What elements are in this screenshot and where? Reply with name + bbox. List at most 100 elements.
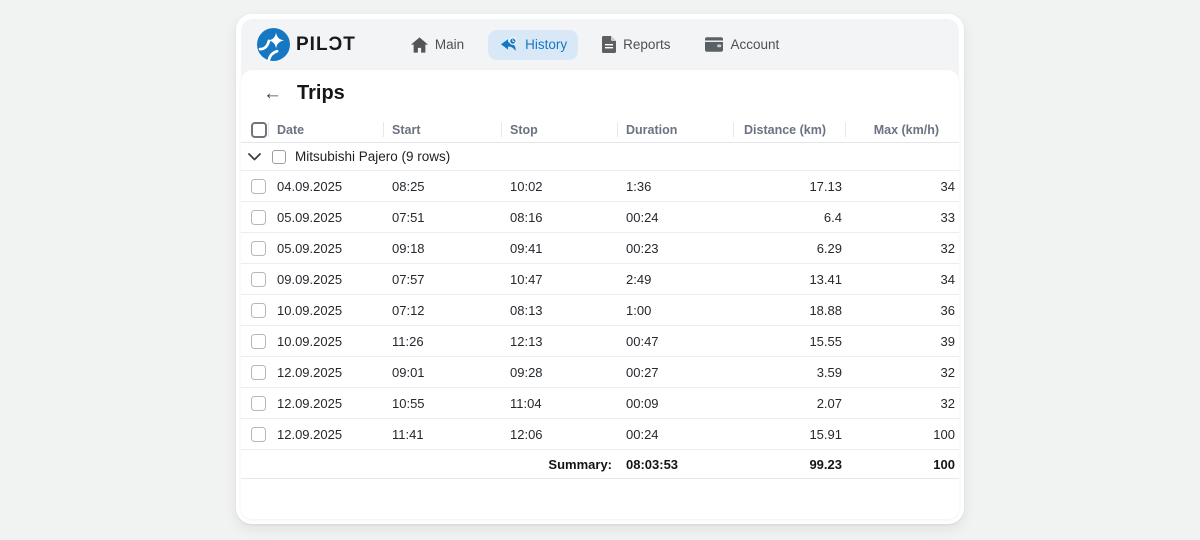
trip-stop: 08:13 bbox=[502, 303, 618, 318]
trip-stop: 12:13 bbox=[502, 334, 618, 349]
trip-row[interactable]: 09.09.2025 07:57 10:47 2:49 13.41 34 bbox=[241, 264, 959, 295]
select-all-checkbox[interactable] bbox=[251, 122, 267, 138]
page-header: ← Trips bbox=[241, 70, 959, 117]
app-window: PILƆT Main History bbox=[236, 14, 964, 524]
trip-date: 05.09.2025 bbox=[269, 241, 384, 256]
pilot-logo-icon bbox=[257, 28, 290, 61]
trip-stop: 09:41 bbox=[502, 241, 618, 256]
trip-stop: 10:47 bbox=[502, 272, 618, 287]
trip-row[interactable]: 05.09.2025 09:18 09:41 00:23 6.29 32 bbox=[241, 233, 959, 264]
trip-start: 11:26 bbox=[384, 334, 502, 349]
trip-start: 09:01 bbox=[384, 365, 502, 380]
trip-row[interactable]: 04.09.2025 08:25 10:02 1:36 17.13 34 bbox=[241, 171, 959, 202]
trip-row[interactable]: 10.09.2025 07:12 08:13 1:00 18.88 36 bbox=[241, 295, 959, 326]
nav-item-main[interactable]: Main bbox=[400, 30, 475, 60]
column-header-start[interactable]: Start bbox=[384, 117, 502, 142]
trip-max-speed: 39 bbox=[846, 334, 959, 349]
trip-distance: 15.91 bbox=[734, 427, 846, 442]
row-checkbox[interactable] bbox=[251, 179, 266, 194]
trip-date: 09.09.2025 bbox=[269, 272, 384, 287]
trip-start: 07:57 bbox=[384, 272, 502, 287]
trip-distance: 2.07 bbox=[734, 396, 846, 411]
table-header-row: Date Start Stop Duration Distance (km) M… bbox=[241, 117, 959, 143]
wallet-icon bbox=[705, 37, 723, 52]
trip-row[interactable]: 12.09.2025 09:01 09:28 00:27 3.59 32 bbox=[241, 357, 959, 388]
row-checkbox[interactable] bbox=[251, 427, 266, 442]
top-nav-bar: PILƆT Main History bbox=[241, 19, 959, 70]
trip-stop: 11:04 bbox=[502, 396, 618, 411]
row-checkbox[interactable] bbox=[251, 365, 266, 380]
trip-distance: 3.59 bbox=[734, 365, 846, 380]
page-title: Trips bbox=[297, 82, 345, 105]
summary-row: Summary: 08:03:53 99.23 100 bbox=[241, 450, 959, 479]
trip-max-speed: 36 bbox=[846, 303, 959, 318]
column-header-max[interactable]: Max (km/h) bbox=[846, 117, 959, 142]
trip-max-speed: 32 bbox=[846, 241, 959, 256]
row-checkbox[interactable] bbox=[251, 241, 266, 256]
summary-duration: 08:03:53 bbox=[618, 457, 734, 472]
column-header-date[interactable]: Date bbox=[269, 117, 384, 142]
group-checkbox[interactable] bbox=[272, 150, 286, 164]
trip-max-speed: 34 bbox=[846, 179, 959, 194]
trip-duration: 00:24 bbox=[618, 427, 734, 442]
nav-item-label: Main bbox=[435, 37, 464, 52]
vehicle-group-row[interactable]: Mitsubishi Pajero (9 rows) bbox=[241, 143, 959, 171]
trip-duration: 00:27 bbox=[618, 365, 734, 380]
brand-name: PILƆT bbox=[296, 34, 356, 56]
trip-duration: 00:47 bbox=[618, 334, 734, 349]
nav-item-account[interactable]: Account bbox=[694, 30, 790, 59]
trip-distance: 6.4 bbox=[734, 210, 846, 225]
row-checkbox[interactable] bbox=[251, 272, 266, 287]
trip-start: 11:41 bbox=[384, 427, 502, 442]
brand-logo[interactable]: PILƆT bbox=[257, 28, 356, 61]
trip-duration: 00:23 bbox=[618, 241, 734, 256]
trip-distance: 18.88 bbox=[734, 303, 846, 318]
row-checkbox[interactable] bbox=[251, 303, 266, 318]
trip-row[interactable]: 05.09.2025 07:51 08:16 00:24 6.4 33 bbox=[241, 202, 959, 233]
trip-duration: 1:00 bbox=[618, 303, 734, 318]
row-checkbox[interactable] bbox=[251, 334, 266, 349]
trip-date: 12.09.2025 bbox=[269, 365, 384, 380]
trip-date: 04.09.2025 bbox=[269, 179, 384, 194]
row-checkbox[interactable] bbox=[251, 396, 266, 411]
nav-item-label: Reports bbox=[623, 37, 670, 52]
trip-duration: 00:24 bbox=[618, 210, 734, 225]
back-button[interactable]: ← bbox=[263, 84, 279, 103]
trip-max-speed: 100 bbox=[846, 427, 959, 442]
trip-start: 09:18 bbox=[384, 241, 502, 256]
trip-duration: 00:09 bbox=[618, 396, 734, 411]
main-nav: Main History bbox=[400, 29, 790, 60]
nav-item-history[interactable]: History bbox=[488, 30, 578, 60]
history-icon bbox=[499, 37, 518, 53]
nav-item-label: History bbox=[525, 37, 567, 52]
trip-start: 07:12 bbox=[384, 303, 502, 318]
trip-date: 12.09.2025 bbox=[269, 427, 384, 442]
trip-date: 05.09.2025 bbox=[269, 210, 384, 225]
vehicle-group-label: Mitsubishi Pajero (9 rows) bbox=[295, 149, 450, 164]
trip-distance: 15.55 bbox=[734, 334, 846, 349]
content-panel: ← Trips Date Start Stop Duration Distanc… bbox=[241, 70, 959, 519]
trip-distance: 6.29 bbox=[734, 241, 846, 256]
summary-max-speed: 100 bbox=[846, 457, 959, 472]
trip-row[interactable]: 12.09.2025 11:41 12:06 00:24 15.91 100 bbox=[241, 419, 959, 450]
trip-distance: 13.41 bbox=[734, 272, 846, 287]
trip-max-speed: 33 bbox=[846, 210, 959, 225]
column-header-distance[interactable]: Distance (km) bbox=[734, 117, 846, 142]
trip-row[interactable]: 10.09.2025 11:26 12:13 00:47 15.55 39 bbox=[241, 326, 959, 357]
report-icon bbox=[602, 36, 616, 53]
nav-item-reports[interactable]: Reports bbox=[591, 29, 681, 60]
column-header-stop[interactable]: Stop bbox=[502, 117, 618, 142]
trip-row[interactable]: 12.09.2025 10:55 11:04 00:09 2.07 32 bbox=[241, 388, 959, 419]
trip-stop: 12:06 bbox=[502, 427, 618, 442]
trip-stop: 10:02 bbox=[502, 179, 618, 194]
row-checkbox[interactable] bbox=[251, 210, 266, 225]
summary-label: Summary: bbox=[502, 457, 618, 472]
trip-date: 10.09.2025 bbox=[269, 303, 384, 318]
trip-duration: 2:49 bbox=[618, 272, 734, 287]
trip-start: 07:51 bbox=[384, 210, 502, 225]
column-header-duration[interactable]: Duration bbox=[618, 117, 734, 142]
trip-distance: 17.13 bbox=[734, 179, 846, 194]
home-icon bbox=[411, 37, 428, 53]
nav-item-label: Account bbox=[730, 37, 779, 52]
chevron-down-icon[interactable] bbox=[248, 153, 261, 161]
